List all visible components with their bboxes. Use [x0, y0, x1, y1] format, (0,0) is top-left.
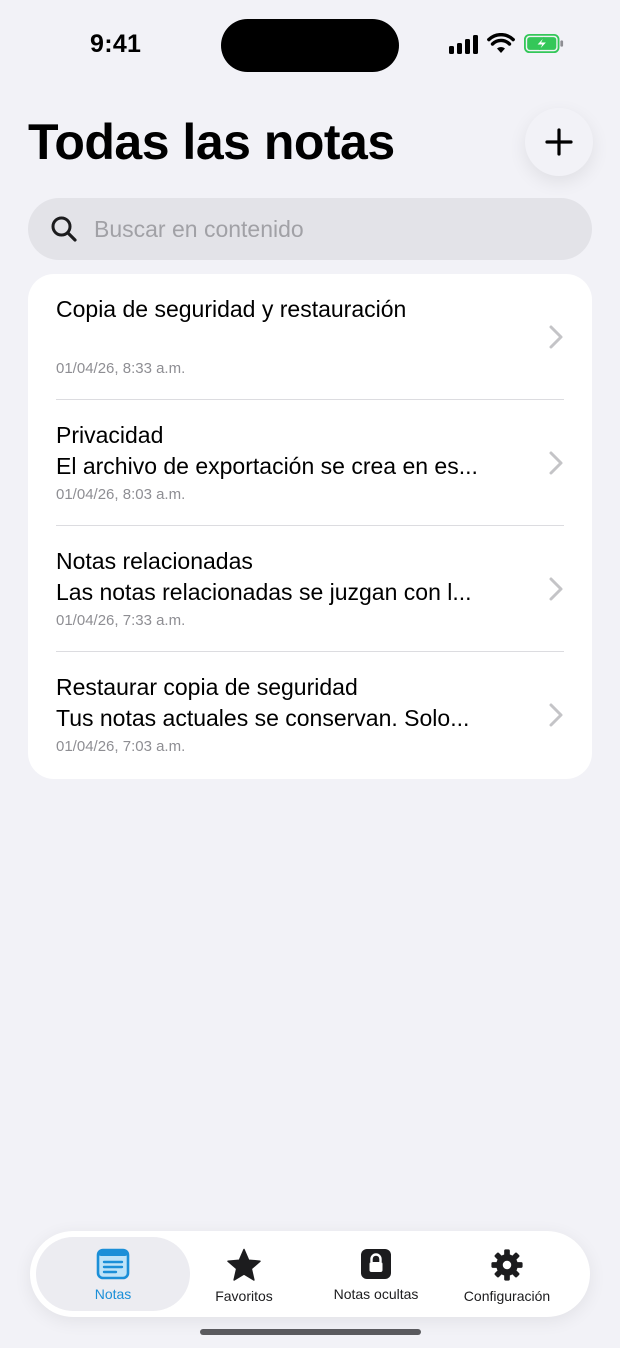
tab-label: Configuración	[463, 1288, 551, 1304]
tab-configuracion[interactable]: Configuración	[450, 1237, 564, 1311]
note-date: 01/04/26, 7:33 a.m.	[56, 612, 186, 629]
search-icon	[51, 216, 77, 242]
star-icon	[227, 1248, 261, 1281]
note-row[interactable]: Notas relacionadas Las notas relacionada…	[28, 526, 592, 652]
note-date: 01/04/26, 7:03 a.m.	[56, 738, 186, 755]
chevron-right-icon	[549, 451, 563, 475]
notes-list: Copia de seguridad y restauración 01/04/…	[28, 274, 592, 779]
tab-label: Favoritos	[215, 1288, 273, 1304]
tab-bar: Notas Favoritos Notas ocultas Configurac…	[30, 1231, 590, 1317]
status-time: 9:41	[90, 30, 142, 58]
lock-icon	[361, 1249, 391, 1279]
search-input[interactable]	[94, 215, 554, 243]
chevron-right-icon	[549, 577, 563, 601]
note-date: 01/04/26, 8:03 a.m.	[56, 486, 186, 503]
gear-icon	[491, 1249, 523, 1281]
note-row[interactable]: Copia de seguridad y restauración 01/04/…	[28, 274, 592, 400]
note-row[interactable]: Privacidad El archivo de exportación se …	[28, 400, 592, 526]
cellular-signal-icon	[449, 34, 478, 54]
wifi-icon	[487, 33, 515, 53]
tab-label: Notas	[94, 1286, 132, 1302]
battery-charging-icon	[524, 33, 564, 54]
note-title: Notas relacionadas	[56, 548, 253, 574]
page-title: Todas las notas	[28, 114, 395, 170]
note-row[interactable]: Restaurar copia de seguridad Tus notas a…	[28, 652, 592, 778]
chevron-right-icon	[549, 325, 563, 349]
note-snippet: Tus notas actuales se conservan. Solo...	[56, 705, 470, 731]
notes-icon	[96, 1248, 130, 1280]
home-indicator	[200, 1329, 421, 1335]
add-note-button[interactable]	[525, 108, 593, 176]
search-bar[interactable]	[28, 198, 592, 260]
note-title: Copia de seguridad y restauración	[56, 296, 407, 322]
note-snippet: El archivo de exportación se crea en es.…	[56, 453, 478, 479]
dynamic-island	[221, 19, 399, 72]
status-icons	[449, 33, 564, 54]
chevron-right-icon	[549, 703, 563, 727]
tab-label: Notas ocultas	[333, 1286, 419, 1302]
plus-icon	[545, 128, 573, 156]
note-title: Privacidad	[56, 422, 164, 448]
tab-favoritos[interactable]: Favoritos	[190, 1237, 298, 1311]
status-bar: 9:41	[0, 0, 620, 92]
note-snippet: Las notas relacionadas se juzgan con l..…	[56, 579, 472, 605]
note-date: 01/04/26, 8:33 a.m.	[56, 360, 186, 377]
tab-notas[interactable]: Notas	[36, 1237, 190, 1311]
note-title: Restaurar copia de seguridad	[56, 674, 358, 700]
tab-notas-ocultas[interactable]: Notas ocultas	[318, 1237, 434, 1311]
